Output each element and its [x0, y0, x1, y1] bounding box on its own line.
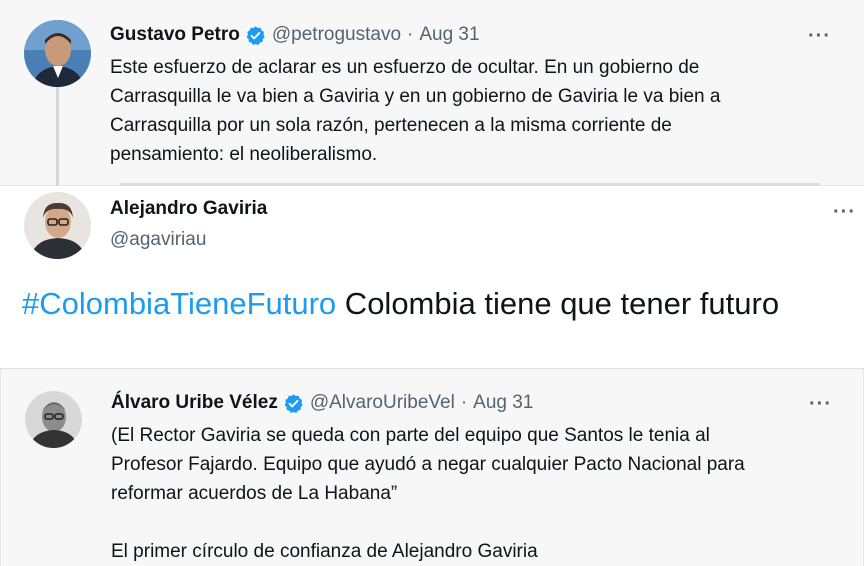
verified-badge-icon	[245, 25, 266, 46]
avatar-gaviria[interactable]	[24, 192, 91, 259]
main-tweet-text: #ColombiaTieneFuturo Colombia tiene que …	[22, 287, 842, 321]
author-handle[interactable]: @petrogustavo	[272, 23, 401, 47]
author-name[interactable]: Alejandro Gaviria	[110, 197, 267, 221]
main-tweet-gaviria[interactable]: Alejandro Gaviria @agaviriau ···	[0, 186, 864, 368]
author-line: Álvaro Uribe Vélez @AlvaroUribeVel · Aug…	[111, 391, 533, 415]
author-name-line: Alejandro Gaviria	[110, 197, 267, 221]
tweet-date[interactable]: Aug 31	[419, 23, 479, 47]
thread-line	[56, 86, 59, 186]
author-name[interactable]: Álvaro Uribe Vélez	[111, 391, 278, 415]
tweet-text: (El Rector Gaviria se queda con parte de…	[111, 425, 745, 562]
author-handle-line: @agaviriau	[110, 228, 206, 252]
author-name[interactable]: Gustavo Petro	[110, 23, 240, 47]
avatar-petro[interactable]	[24, 20, 91, 87]
author-handle[interactable]: @AlvaroUribeVel	[310, 391, 455, 415]
more-options-icon[interactable]: ···	[833, 202, 856, 222]
tweet-text: Este esfuerzo de aclarar es un esfuerzo …	[110, 57, 721, 165]
quoted-tweet-petro[interactable]: Gustavo Petro @petrogustavo · Aug 31 ···…	[0, 0, 864, 186]
quoted-tweet-uribe[interactable]: Álvaro Uribe Vélez @AlvaroUribeVel · Aug…	[0, 368, 864, 566]
avatar-uribe[interactable]	[25, 391, 82, 448]
hashtag-link[interactable]: #ColombiaTieneFuturo	[22, 286, 336, 321]
more-options-icon[interactable]: ···	[808, 26, 831, 46]
author-handle[interactable]: @agaviriau	[110, 228, 206, 252]
more-options-icon[interactable]: ···	[809, 394, 832, 414]
verified-badge-icon	[283, 393, 304, 414]
separator-dot: ·	[407, 24, 414, 45]
tweet-date[interactable]: Aug 31	[473, 391, 533, 415]
tweet-body: Colombia tiene que tener futuro	[336, 286, 780, 321]
author-line: Gustavo Petro @petrogustavo · Aug 31	[110, 23, 480, 47]
separator-dot: ·	[460, 392, 468, 413]
